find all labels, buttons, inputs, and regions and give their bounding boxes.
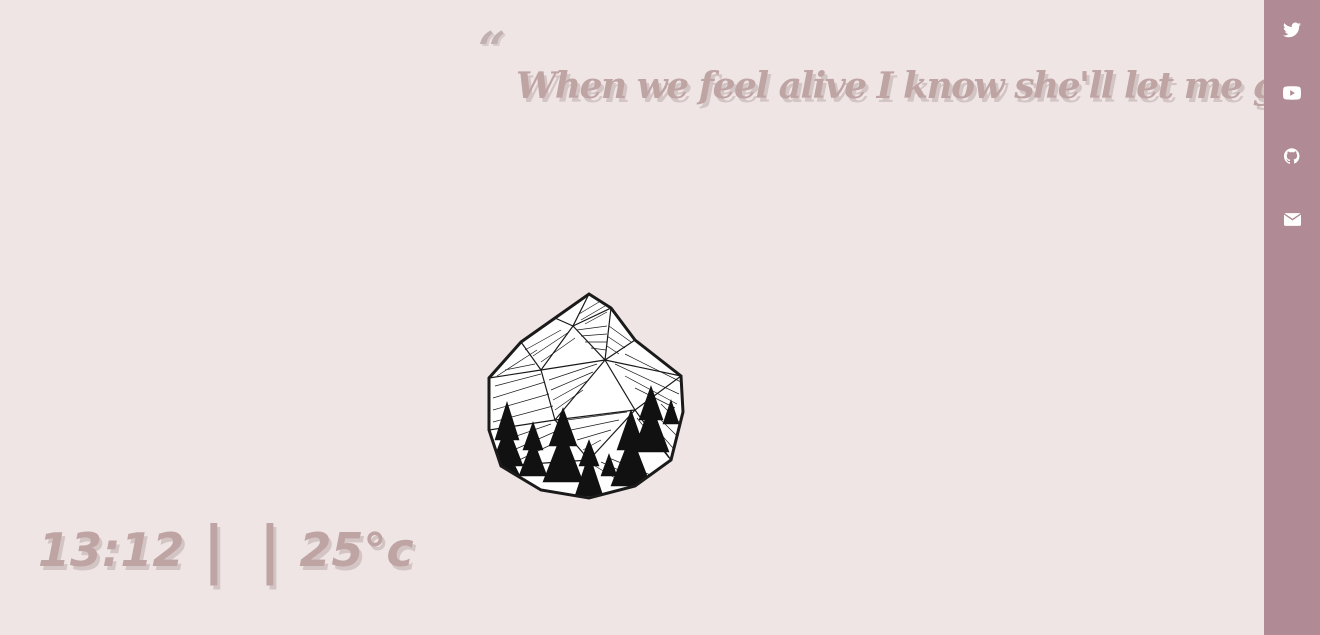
quote-mark: “ bbox=[478, 22, 506, 78]
clock-time: 13:12 bbox=[38, 523, 185, 577]
clock-weather: 13:12 | | 25°c bbox=[38, 510, 414, 590]
youtube-icon bbox=[1283, 86, 1301, 100]
email-link[interactable] bbox=[1280, 207, 1304, 231]
envelope-icon bbox=[1283, 212, 1301, 226]
social-sidebar bbox=[1264, 0, 1320, 635]
github-link[interactable] bbox=[1280, 144, 1304, 168]
github-icon bbox=[1284, 148, 1300, 164]
twitter-icon bbox=[1283, 22, 1301, 38]
twitter-link[interactable] bbox=[1280, 18, 1304, 42]
quote-text: When we feel alive I know she'll let me … bbox=[516, 65, 1311, 107]
temperature: 25°c bbox=[299, 523, 414, 577]
youtube-link[interactable] bbox=[1280, 81, 1304, 105]
separator: | | bbox=[202, 513, 288, 586]
page: “ When we feel alive I know she'll let m… bbox=[0, 0, 1320, 635]
mountain-forest-icon bbox=[487, 292, 685, 500]
